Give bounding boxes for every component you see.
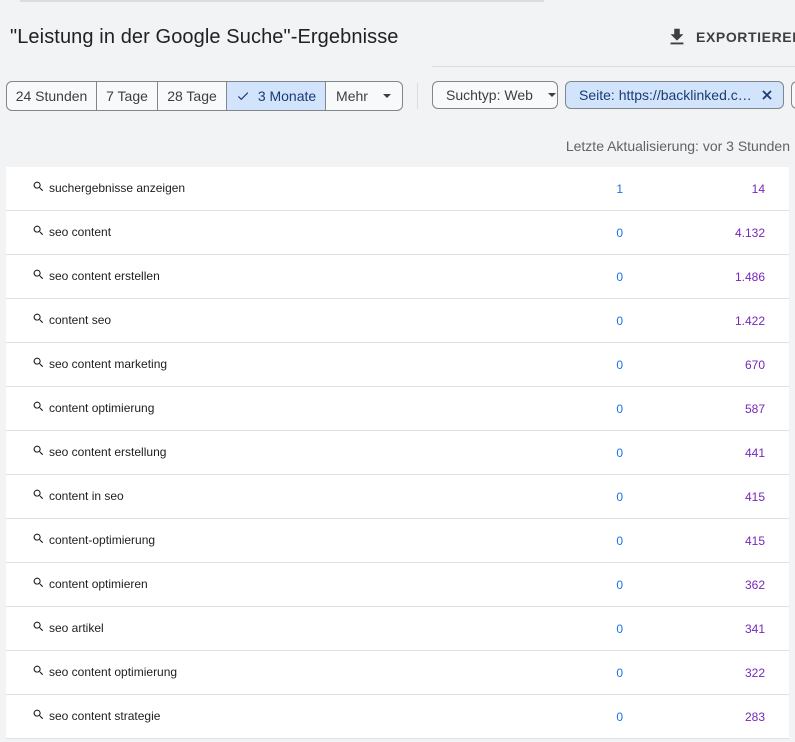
table-row[interactable]: content seo 0 1.422 xyxy=(6,299,789,343)
export-button[interactable]: EXPORTIEREN xyxy=(666,24,795,50)
query-text: content optimieren xyxy=(49,577,148,591)
table-row[interactable]: content optimieren 0 362 xyxy=(6,563,789,607)
table-row[interactable]: content in seo 0 415 xyxy=(6,475,789,519)
table-row[interactable]: seo content strategie 0 283 xyxy=(6,695,789,739)
date-range-24h[interactable]: 24 Stunden xyxy=(7,82,97,110)
caret-down-icon xyxy=(382,94,391,98)
impressions-value: 4.132 xyxy=(734,226,765,240)
impressions-value: 415 xyxy=(744,534,765,548)
table-row[interactable]: seo content erstellung 0 441 xyxy=(6,431,789,475)
date-range-28d[interactable]: 28 Tage xyxy=(158,82,227,110)
table-row[interactable]: seo content marketing 0 670 xyxy=(6,343,789,387)
table-row[interactable]: seo content optimierung 0 322 xyxy=(6,651,789,695)
report-header: "Leistung in der Google Suche"-Ergebniss… xyxy=(0,0,795,67)
query-text: seo content erstellung xyxy=(49,445,167,459)
date-range-selector: 24 Stunden 7 Tage 28 Tage 3 Monate Mehr xyxy=(6,81,403,111)
search-icon xyxy=(33,225,44,236)
caret-down-icon xyxy=(547,93,556,97)
add-filter-button[interactable] xyxy=(791,81,795,109)
search-icon xyxy=(33,401,44,412)
table-row[interactable]: suchergebnisse anzeigen 1 14 xyxy=(6,167,789,211)
query-text: seo content marketing xyxy=(49,357,168,371)
clicks-value: 1 xyxy=(616,182,623,196)
query-text: seo content erstellen xyxy=(49,269,160,283)
clicks-value: 0 xyxy=(616,578,623,592)
date-range-label: Mehr xyxy=(336,88,368,104)
clicks-value: 0 xyxy=(616,446,623,460)
last-update-status: Letzte Aktualisierung: vor 3 Stunden xyxy=(565,138,790,154)
impressions-value: 283 xyxy=(744,710,765,724)
impressions-value: 1.486 xyxy=(734,270,765,284)
search-icon xyxy=(33,577,44,588)
query-text: content seo xyxy=(49,313,112,327)
clicks-value: 0 xyxy=(616,402,623,416)
page-filter[interactable]: Seite: https://backlinked.co... xyxy=(565,81,784,109)
search-icon xyxy=(33,665,44,676)
filter-divider xyxy=(417,83,418,109)
query-text: seo content optimierung xyxy=(49,665,178,679)
check-icon xyxy=(237,92,249,101)
clicks-value: 0 xyxy=(616,358,623,372)
impressions-value: 587 xyxy=(744,402,765,416)
table-row[interactable]: content-optimierung 0 415 xyxy=(6,519,789,563)
query-text: seo artikel xyxy=(49,621,104,635)
search-icon xyxy=(33,313,44,324)
search-type-label: Suchtyp: Web xyxy=(446,87,533,103)
clicks-value: 0 xyxy=(616,710,623,724)
impressions-value: 322 xyxy=(744,666,765,680)
impressions-value: 415 xyxy=(744,490,765,504)
export-label: EXPORTIEREN xyxy=(696,29,795,45)
date-range-3m[interactable]: 3 Monate xyxy=(227,82,326,110)
search-icon xyxy=(33,181,44,192)
search-icon xyxy=(33,357,44,368)
page-title: "Leistung in der Google Suche"-Ergebniss… xyxy=(10,26,399,48)
date-range-label: 7 Tage xyxy=(106,88,148,104)
queries-table: suchergebnisse anzeigen 1 14 seo content 0 4.… xyxy=(6,167,789,739)
impressions-value: 341 xyxy=(744,622,765,636)
query-text: content optimierung xyxy=(49,401,155,415)
search-type-filter[interactable]: Suchtyp: Web xyxy=(432,81,558,109)
filter-bar: 24 Stunden 7 Tage 28 Tage 3 Monate Mehr … xyxy=(6,81,795,111)
date-range-label: 28 Tage xyxy=(167,88,217,104)
query-text: content in seo xyxy=(49,489,124,503)
search-icon xyxy=(33,533,44,544)
clicks-value: 0 xyxy=(616,314,623,328)
download-icon xyxy=(670,28,684,45)
date-range-more[interactable]: Mehr xyxy=(326,82,402,110)
search-icon xyxy=(33,269,44,280)
clicks-value: 0 xyxy=(616,270,623,284)
search-icon xyxy=(33,621,44,632)
impressions-value: 441 xyxy=(744,446,765,460)
clicks-value: 0 xyxy=(616,226,623,240)
impressions-value: 670 xyxy=(744,358,765,372)
date-range-7d[interactable]: 7 Tage xyxy=(97,82,158,110)
query-text: suchergebnisse anzeigen xyxy=(49,181,186,195)
header-divider xyxy=(432,66,795,67)
query-text: seo content strategie xyxy=(49,709,161,723)
close-icon[interactable] xyxy=(761,89,773,101)
page-filter-label: Seite: https://backlinked.co... xyxy=(579,87,753,103)
clicks-value: 0 xyxy=(616,666,623,680)
impressions-value: 1.422 xyxy=(734,314,765,328)
clicks-value: 0 xyxy=(616,622,623,636)
impressions-value: 362 xyxy=(744,578,765,592)
search-icon xyxy=(33,709,44,720)
query-text: content-optimierung xyxy=(49,533,156,547)
table-row[interactable]: seo content 0 4.132 xyxy=(6,211,789,255)
table-row[interactable]: seo artikel 0 341 xyxy=(6,607,789,651)
table-row[interactable]: content optimierung 0 587 xyxy=(6,387,789,431)
clicks-value: 0 xyxy=(616,534,623,548)
date-range-label: 3 Monate xyxy=(257,88,317,104)
table-row[interactable]: seo content erstellen 0 1.486 xyxy=(6,255,789,299)
search-icon xyxy=(33,445,44,456)
date-range-label: 24 Stunden xyxy=(15,88,88,104)
impressions-value: 14 xyxy=(751,182,765,196)
search-icon xyxy=(33,489,44,500)
clicks-value: 0 xyxy=(616,490,623,504)
query-text: seo content xyxy=(49,225,112,239)
